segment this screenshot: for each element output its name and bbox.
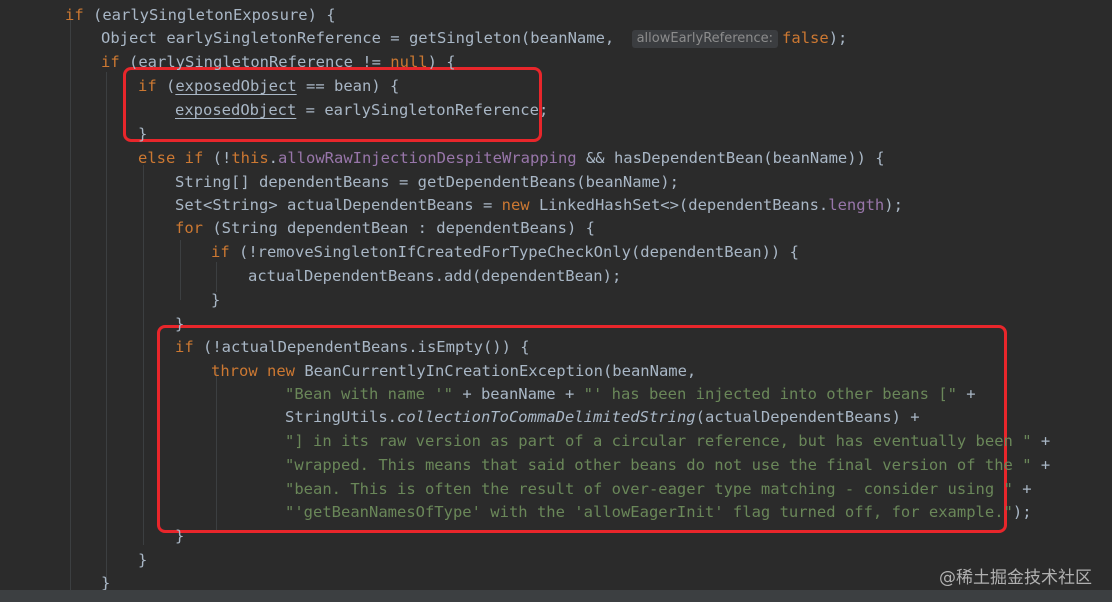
indent-guide bbox=[106, 72, 107, 590]
code-token: } bbox=[101, 574, 111, 590]
code-token: Object earlySingletonReference = getSing… bbox=[101, 29, 624, 47]
code-line[interactable]: } bbox=[175, 524, 184, 548]
code-token: "' has been injected into other beans [" bbox=[583, 385, 957, 403]
code-token: if bbox=[65, 6, 84, 24]
code-token: this bbox=[231, 149, 269, 167]
code-token: new bbox=[501, 196, 530, 214]
code-line[interactable]: Object earlySingletonReference = getSing… bbox=[101, 26, 847, 50]
code-line[interactable]: String[] dependentBeans = getDependentBe… bbox=[175, 170, 679, 194]
code-line[interactable]: } bbox=[211, 288, 220, 312]
code-token: (! bbox=[203, 149, 232, 167]
code-line[interactable]: "wrapped. This means that said other bea… bbox=[285, 453, 1050, 477]
code-token: allowRawInjectionDespiteWrapping bbox=[278, 149, 577, 167]
code-line[interactable]: exposedObject = earlySingletonReference; bbox=[175, 98, 548, 122]
code-line[interactable]: if (earlySingletonReference != null) { bbox=[101, 50, 456, 74]
code-token: String[] dependentBeans = getDependentBe… bbox=[175, 173, 679, 191]
code-token: actualDependentBeans.add(dependentBean); bbox=[248, 267, 622, 285]
code-line[interactable]: } bbox=[138, 122, 147, 146]
code-line[interactable]: Set<String> actualDependentBeans = new L… bbox=[175, 193, 903, 217]
code-token: + beanName + bbox=[452, 385, 584, 403]
code-token: + bbox=[956, 385, 976, 403]
code-token: throw new bbox=[211, 362, 295, 380]
code-token: (actualDependentBeans) + bbox=[695, 408, 920, 426]
code-token: LinkedHashSet<>(dependentBeans. bbox=[529, 196, 829, 214]
code-token: "'getBeanNamesOfType' with the 'allowEag… bbox=[285, 503, 1013, 521]
code-line[interactable]: } bbox=[138, 548, 147, 572]
code-line[interactable]: } bbox=[101, 571, 110, 590]
code-line[interactable]: if (exposedObject == bean) { bbox=[138, 74, 399, 98]
code-token: } bbox=[175, 527, 185, 545]
code-token: (!actualDependentBeans.isEmpty()) { bbox=[193, 338, 530, 356]
code-token: null bbox=[390, 53, 428, 71]
code-token: ); bbox=[884, 196, 903, 214]
code-token: } bbox=[138, 551, 148, 569]
code-token: . bbox=[268, 149, 278, 167]
parameter-hint: allowEarlyReference: bbox=[631, 30, 779, 48]
code-token: } bbox=[175, 315, 185, 333]
code-token: ); bbox=[1012, 503, 1032, 521]
code-token: && hasDependentBean(beanName)) { bbox=[576, 149, 885, 167]
code-token: = earlySingletonReference; bbox=[296, 101, 549, 119]
indent-guide bbox=[143, 165, 144, 545]
code-token: } bbox=[211, 291, 221, 309]
code-token: for bbox=[175, 219, 203, 237]
code-token: if bbox=[101, 53, 120, 71]
code-token: + bbox=[1031, 456, 1051, 474]
code-line[interactable]: else if (!this.allowRawInjectionDespiteW… bbox=[138, 146, 885, 170]
indent-guide bbox=[70, 20, 71, 590]
code-line[interactable]: actualDependentBeans.add(dependentBean); bbox=[248, 264, 621, 288]
code-token: + bbox=[1031, 432, 1051, 450]
code-line[interactable]: if (earlySingletonExposure) { bbox=[65, 3, 336, 27]
code-token: (earlySingletonReference != bbox=[119, 53, 391, 71]
code-line[interactable]: if (!removeSingletonIfCreatedForTypeChec… bbox=[211, 240, 799, 264]
code-token: "Bean with name '" bbox=[285, 385, 453, 403]
code-token: StringUtils. bbox=[285, 408, 397, 426]
code-token: collectionToCommaDelimitedString bbox=[396, 408, 696, 426]
code-token: ) { bbox=[427, 53, 456, 71]
code-token: (earlySingletonExposure) { bbox=[83, 6, 336, 24]
code-token: if bbox=[211, 243, 230, 261]
code-line[interactable]: throw new BeanCurrentlyInCreationExcepti… bbox=[211, 359, 696, 383]
indent-guide bbox=[216, 372, 217, 532]
code-token: if bbox=[138, 77, 157, 95]
code-token: exposedObject bbox=[175, 77, 297, 95]
code-token: + bbox=[1012, 480, 1032, 498]
code-line[interactable]: "'getBeanNamesOfType' with the 'allowEag… bbox=[285, 500, 1032, 524]
code-token: false bbox=[782, 29, 829, 47]
code-token: else if bbox=[138, 149, 204, 167]
code-line[interactable]: for (String dependentBean : dependentBea… bbox=[175, 216, 595, 240]
code-token: == bean) { bbox=[296, 77, 400, 95]
editor-scrollbar[interactable] bbox=[0, 590, 1112, 602]
watermark: @稀土掘金技术社区 bbox=[939, 568, 1092, 588]
code-line[interactable]: } bbox=[175, 312, 184, 336]
code-token: (String dependentBean : dependentBeans) … bbox=[203, 219, 595, 237]
code-token: if bbox=[175, 338, 194, 356]
code-editor[interactable]: if (earlySingletonExposure) { Object earl… bbox=[0, 0, 1112, 590]
code-line[interactable]: "] in its raw version as part of a circu… bbox=[285, 429, 1050, 453]
indent-guide bbox=[180, 240, 181, 300]
code-token: "wrapped. This means that said other bea… bbox=[285, 456, 1032, 474]
code-token: BeanCurrentlyInCreationException(beanNam… bbox=[295, 362, 697, 380]
code-token: } bbox=[138, 125, 148, 143]
code-token: exposedObject bbox=[175, 101, 297, 119]
code-token: "] in its raw version as part of a circu… bbox=[285, 432, 1032, 450]
code-token: ); bbox=[828, 29, 848, 47]
code-token: (!removeSingletonIfCreatedForTypeCheckOn… bbox=[229, 243, 799, 261]
code-token: ( bbox=[156, 77, 176, 95]
code-token: "bean. This is often the result of over-… bbox=[285, 480, 1013, 498]
code-line[interactable]: StringUtils.collectionToCommaDelimitedSt… bbox=[285, 405, 920, 429]
code-line[interactable]: "Bean with name '" + beanName + "' has b… bbox=[285, 382, 976, 406]
code-line[interactable]: "bean. This is often the result of over-… bbox=[285, 477, 1032, 501]
code-token: length bbox=[828, 196, 885, 214]
code-token: Set<String> actualDependentBeans = bbox=[175, 196, 502, 214]
code-line[interactable]: if (!actualDependentBeans.isEmpty()) { bbox=[175, 335, 530, 359]
